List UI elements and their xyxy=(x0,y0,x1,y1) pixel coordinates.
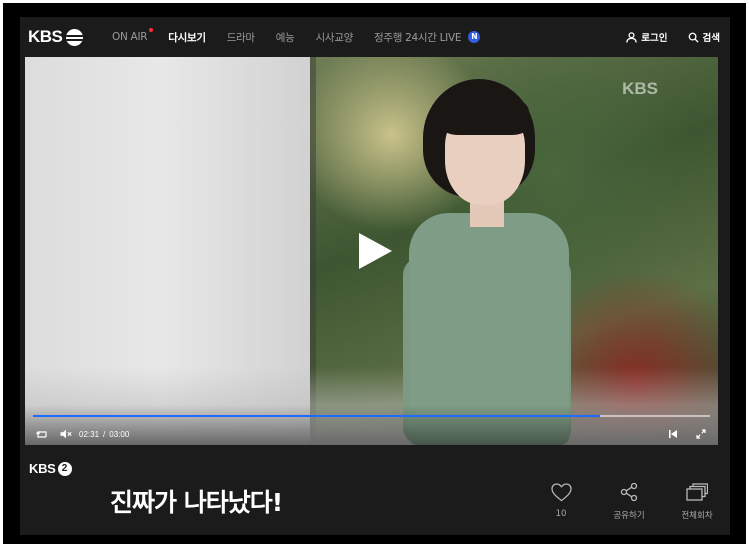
video-player[interactable]: KBS 02:31 / 03:00 xyxy=(25,57,718,445)
episode-title: 진짜가 나타났다! xyxy=(110,488,283,517)
search-button[interactable]: 검색 xyxy=(688,30,720,44)
search-icon xyxy=(688,32,699,43)
channel-logo: KBS 2 xyxy=(29,461,72,476)
duration: 03:00 xyxy=(109,429,130,439)
control-row: 02:31/03:00 xyxy=(35,427,708,441)
player-controls: 02:31/03:00 xyxy=(25,405,718,445)
like-button[interactable]: 10 xyxy=(541,481,581,521)
episodes-icon xyxy=(686,481,708,503)
new-badge: N xyxy=(468,30,481,43)
action-buttons: 10 공유하기 전체회차 xyxy=(541,481,717,521)
menu-item-label: 드라마 xyxy=(226,31,255,44)
login-button[interactable]: 로그인 xyxy=(626,30,668,44)
search-label: 검색 xyxy=(702,33,720,44)
program-info: KBS 2 진짜가 나타났다! 10 공유하기 전체회차 xyxy=(20,445,730,535)
progress-fill xyxy=(33,415,601,417)
main-menu: ON AIR 다시보기 드라마 예능 시사교양 정주행 24시간 LIVE N xyxy=(112,17,501,57)
menu-item-label: 예능 xyxy=(275,31,295,44)
play-icon[interactable] xyxy=(359,233,392,269)
control-right xyxy=(666,427,708,441)
menu-item-label: 시사교양 xyxy=(315,31,354,44)
share-icon xyxy=(618,481,640,503)
channel-text: KBS xyxy=(29,461,56,476)
kbs-logo[interactable]: KBS xyxy=(28,26,84,48)
menu-item-label: 정주행 24시간 LIVE xyxy=(373,31,462,44)
broadcaster-watermark: KBS xyxy=(622,79,658,98)
share-button[interactable]: 공유하기 xyxy=(609,481,649,521)
channel-number: 2 xyxy=(57,461,72,476)
progress-bar[interactable] xyxy=(33,415,710,417)
menu-item-label: ON AIR xyxy=(112,31,148,43)
menu-item-drama[interactable]: 드라마 xyxy=(227,30,255,45)
nav-right: 로그인 검색 xyxy=(626,17,720,57)
user-icon xyxy=(626,31,638,43)
outer-frame: KBS ON AIR 다시보기 드라마 예능 시사교양 정주행 24시간 LIV… xyxy=(3,3,746,544)
logo-globe-icon xyxy=(66,28,84,46)
prev-icon[interactable] xyxy=(666,427,680,441)
menu-item-entertainment[interactable]: 예능 xyxy=(276,30,295,45)
heart-icon xyxy=(550,481,572,503)
mute-icon[interactable] xyxy=(59,427,73,441)
share-label: 공유하기 xyxy=(613,511,645,521)
scene-person-bangs xyxy=(441,93,529,135)
menu-item-current-affairs[interactable]: 시사교양 xyxy=(315,30,354,45)
live-dot-icon xyxy=(149,28,154,32)
time-display: 02:31/03:00 xyxy=(79,430,129,439)
all-episodes-button[interactable]: 전체회차 xyxy=(677,481,717,521)
menu-item-onair[interactable]: ON AIR xyxy=(112,28,154,43)
app-window: KBS ON AIR 다시보기 드라마 예능 시사교양 정주행 24시간 LIV… xyxy=(20,17,730,535)
menu-item-24h-live[interactable]: 정주행 24시간 LIVE N xyxy=(373,30,481,45)
login-label: 로그인 xyxy=(641,33,668,44)
top-nav: KBS ON AIR 다시보기 드라마 예능 시사교양 정주행 24시간 LIV… xyxy=(20,17,730,57)
all-episodes-label: 전체회차 xyxy=(681,511,713,521)
menu-item-label: 다시보기 xyxy=(168,31,206,44)
fullscreen-icon[interactable] xyxy=(694,427,708,441)
replay-icon[interactable] xyxy=(35,427,49,441)
time-separator: / xyxy=(103,429,106,439)
logo-text: KBS xyxy=(28,27,63,46)
menu-item-replay[interactable]: 다시보기 xyxy=(168,30,206,45)
current-time: 02:31 xyxy=(79,429,100,439)
like-count: 10 xyxy=(555,509,567,519)
